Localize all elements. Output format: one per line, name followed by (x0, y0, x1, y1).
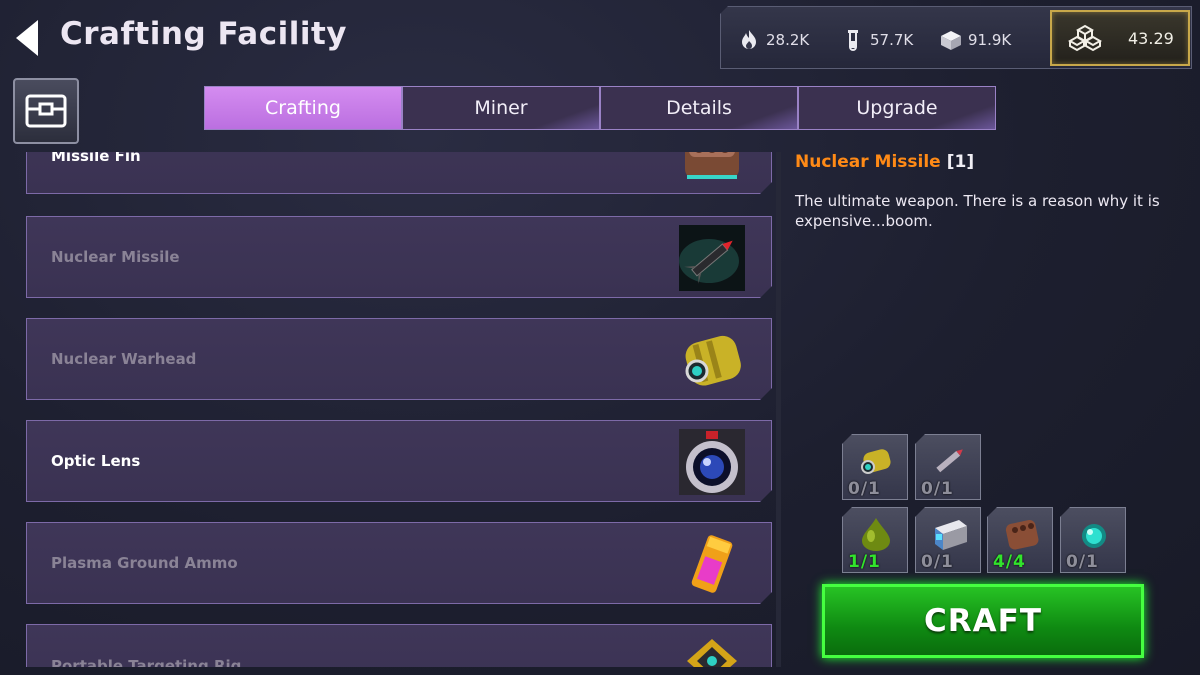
recipe-item-nuclear-warhead[interactable]: Nuclear Warhead (26, 318, 772, 400)
craft-button[interactable]: CRAFT (822, 584, 1144, 658)
targeting-rig-icon (679, 633, 745, 667)
ore-value: 91.9K (968, 31, 1012, 49)
ingredient-slot-warhead[interactable]: 0/1 (842, 434, 908, 500)
page-title: Crafting Facility (60, 16, 348, 52)
optic-lens-icon (679, 429, 745, 495)
selected-item-count: [1] (946, 152, 975, 172)
list-scrollbar[interactable] (776, 152, 781, 667)
flame-value: 28.2K (766, 31, 810, 49)
selected-item-name: Nuclear Missile (795, 152, 941, 172)
tab-details[interactable]: Details (600, 86, 798, 130)
selected-item-title: Nuclear Missile [1] (795, 152, 974, 172)
resource-vial: 57.7K (842, 27, 913, 53)
recipe-name: Plasma Ground Ammo (51, 554, 238, 572)
ingredient-count: 0/1 (921, 479, 954, 499)
circuit-box-ingredient-icon (935, 520, 967, 550)
tab-bar: Crafting Miner Details Upgrade (204, 86, 996, 130)
missile-body-ingredient-icon (936, 449, 963, 473)
recipe-item-nuclear-missile[interactable]: Nuclear Missile (26, 216, 772, 298)
craft-button-label: CRAFT (924, 603, 1042, 639)
ingredient-count: 1/1 (848, 552, 881, 572)
recipe-item-missile-fin[interactable]: Missile Fin (26, 152, 772, 194)
recipe-list[interactable]: Missile Fin Nuclear Missile Nuclear Warh… (0, 152, 780, 667)
tab-crafting[interactable]: Crafting (204, 86, 402, 130)
vial-value: 57.7K (870, 31, 914, 49)
ingredient-count: 0/1 (1066, 552, 1099, 572)
recipe-name: Missile Fin (51, 152, 141, 165)
ingredient-count: 4/4 (993, 552, 1026, 572)
missile-fin-ingredient-icon (1005, 520, 1039, 550)
recipe-name: Nuclear Missile (51, 248, 180, 266)
recipe-name: Portable Targeting Rig (51, 657, 242, 667)
ingredient-slot-teal-orb[interactable]: 0/1 (1060, 507, 1126, 573)
premium-currency-button[interactable]: 43.29 (1050, 10, 1190, 66)
ingredient-count: 0/1 (921, 552, 954, 572)
selected-item-description: The ultimate weapon. There is a reason w… (795, 192, 1160, 230)
crystal-cubes-icon (1068, 24, 1102, 52)
warhead-ingredient-icon (861, 449, 891, 474)
teal-orb-ingredient-icon (1082, 524, 1106, 548)
nuclear-missile-icon (679, 225, 745, 291)
premium-value: 43.29 (1128, 28, 1174, 48)
plasma-ammo-icon (679, 531, 745, 597)
tab-miner[interactable]: Miner (402, 86, 600, 130)
green-gel-ingredient-icon (862, 518, 890, 551)
recipe-item-plasma-ground-ammo[interactable]: Plasma Ground Ammo (26, 522, 772, 604)
resource-flame: 28.2K (738, 27, 809, 53)
recipe-item-optic-lens[interactable]: Optic Lens (26, 420, 772, 502)
ore-cube-icon (941, 31, 961, 50)
ingredient-slot-missile-fin[interactable]: 4/4 (987, 507, 1053, 573)
ingredient-slot-green-gel[interactable]: 1/1 (842, 507, 908, 573)
back-arrow-icon[interactable] (14, 18, 40, 58)
vial-icon (848, 30, 858, 51)
storage-menu-button[interactable] (13, 78, 79, 144)
nuclear-warhead-icon (679, 327, 745, 393)
storage-chest-icon (25, 94, 67, 128)
recipe-item-portable-targeting-rig[interactable]: Portable Targeting Rig (26, 624, 772, 667)
recipe-name: Optic Lens (51, 452, 141, 470)
resource-ore: 91.9K (940, 27, 1011, 53)
ingredient-count: 0/1 (848, 479, 881, 499)
flame-icon (742, 30, 756, 49)
tab-upgrade[interactable]: Upgrade (798, 86, 996, 130)
missile-fin-icon (679, 152, 745, 187)
recipe-name: Nuclear Warhead (51, 350, 197, 368)
ingredient-slot-missile-body[interactable]: 0/1 (915, 434, 981, 500)
ingredient-slot-circuit-box[interactable]: 0/1 (915, 507, 981, 573)
